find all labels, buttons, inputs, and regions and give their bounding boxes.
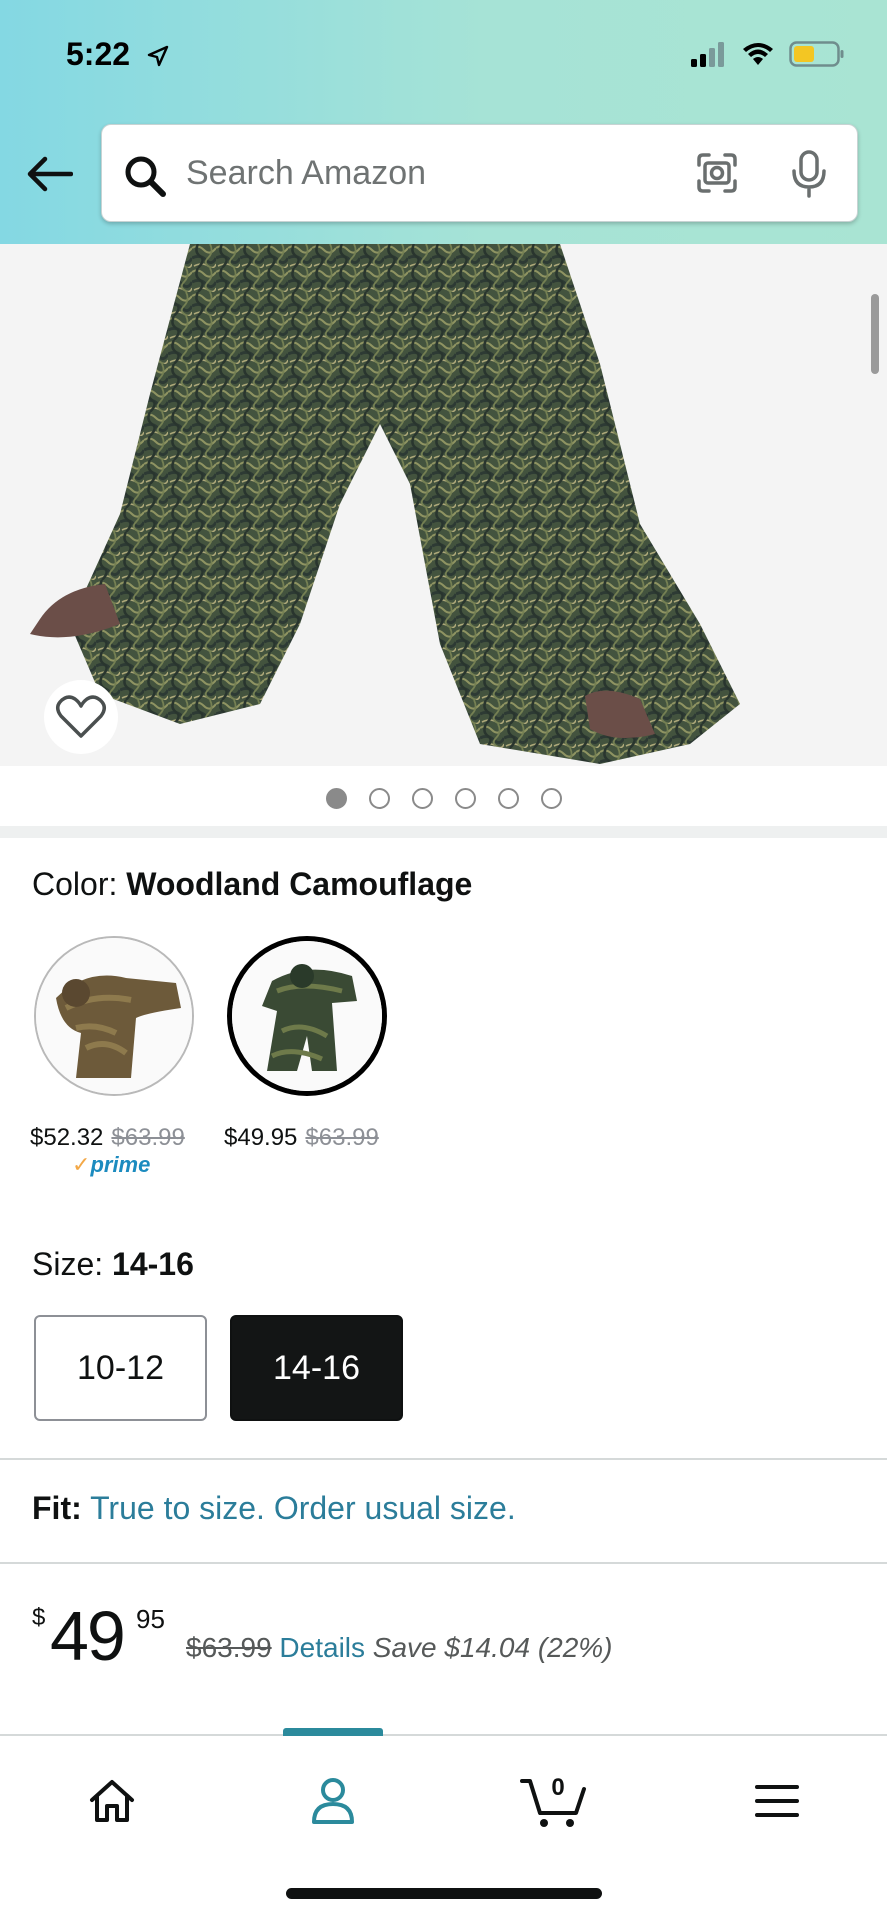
pagination-dot[interactable] xyxy=(325,787,347,809)
savings-text: Save $14.04 (22%) xyxy=(372,1632,613,1663)
fit-label: Fit: xyxy=(32,1490,82,1526)
color-label: Color: Woodland Camouflage xyxy=(32,866,472,903)
prime-check-icon: ✓ xyxy=(72,1152,91,1177)
search-icon xyxy=(125,156,166,197)
size-option-10-12[interactable]: 10-12 xyxy=(34,1315,207,1421)
person-icon xyxy=(312,1778,354,1824)
size-label: Size: 14-16 xyxy=(32,1246,194,1283)
image-pagination xyxy=(0,768,887,828)
cart-icon: 0 xyxy=(520,1774,586,1827)
swatch-price-2: $49.95 $63.99 xyxy=(224,1124,379,1152)
divider xyxy=(0,1458,887,1460)
color-selected-value: Woodland Camouflage xyxy=(126,866,473,902)
header: 5:22 xyxy=(0,0,887,244)
price-fraction: 95 xyxy=(136,1604,165,1634)
size-selected-value: 14-16 xyxy=(112,1246,194,1282)
home-indicator xyxy=(286,1888,602,1899)
price-currency-symbol: $ xyxy=(32,1604,46,1631)
pagination-dot[interactable] xyxy=(540,787,562,809)
section-divider xyxy=(0,826,887,838)
color-label-text: Color: xyxy=(32,866,118,902)
size-label-text: Size: xyxy=(32,1246,104,1282)
search-input[interactable] xyxy=(186,145,726,201)
nav-account[interactable] xyxy=(283,1766,383,1836)
divider xyxy=(0,1562,887,1564)
cellular-signal-icon xyxy=(691,42,724,67)
swatch-price-1-value: $52.32 xyxy=(30,1124,104,1151)
pagination-dot[interactable] xyxy=(411,787,433,809)
color-swatch-brown[interactable] xyxy=(34,936,194,1096)
location-arrow-icon xyxy=(147,45,169,67)
status-icons xyxy=(691,40,845,68)
swatch-price-2-value: $49.95 xyxy=(224,1124,298,1151)
nav-active-indicator xyxy=(283,1728,383,1736)
price-whole: 49 xyxy=(50,1597,126,1675)
fit-link[interactable]: True to size. Order usual size. xyxy=(90,1490,516,1526)
nav-cart[interactable]: 0 xyxy=(505,1766,605,1836)
color-swatch-woodland[interactable] xyxy=(227,936,387,1096)
fit-info: Fit: True to size. Order usual size. xyxy=(32,1490,516,1527)
swatch-price-1: $52.32 $63.99 xyxy=(30,1124,185,1152)
wishlist-button[interactable] xyxy=(44,680,118,754)
swatch-price-2-list: $63.99 xyxy=(305,1124,379,1151)
scroll-indicator[interactable] xyxy=(871,294,879,374)
product-photo xyxy=(30,244,740,764)
nav-menu[interactable] xyxy=(727,1766,827,1836)
heart-icon xyxy=(56,695,106,738)
pagination-dot[interactable] xyxy=(497,787,519,809)
prime-badge-text: prime xyxy=(90,1152,151,1177)
search-bar[interactable] xyxy=(101,124,858,222)
size-option-14-16[interactable]: 14-16 xyxy=(230,1315,403,1421)
back-arrow-icon xyxy=(27,156,73,192)
camera-scan-icon[interactable] xyxy=(695,151,739,195)
price-details-line: $63.99 Details Save $14.04 (22%) xyxy=(186,1632,613,1664)
pagination-dot[interactable] xyxy=(368,787,390,809)
home-icon xyxy=(90,1780,134,1822)
swatch-brown-image xyxy=(36,938,192,1094)
status-time: 5:22 xyxy=(66,36,131,72)
product-image[interactable] xyxy=(0,244,887,766)
swatch-price-1-list: $63.99 xyxy=(111,1124,185,1151)
pagination-dot[interactable] xyxy=(454,787,476,809)
battery-icon xyxy=(789,41,844,67)
list-price: $63.99 xyxy=(186,1632,272,1663)
cart-count: 0 xyxy=(551,1774,564,1801)
swatch-woodland-image xyxy=(232,941,382,1091)
back-button[interactable] xyxy=(26,150,74,198)
price-details-link[interactable]: Details xyxy=(279,1632,365,1663)
nav-home[interactable] xyxy=(62,1766,162,1836)
wifi-icon xyxy=(743,43,773,65)
microphone-icon[interactable] xyxy=(789,149,829,199)
prime-badge: ✓prime xyxy=(72,1152,150,1178)
hamburger-menu-icon xyxy=(755,1785,799,1817)
